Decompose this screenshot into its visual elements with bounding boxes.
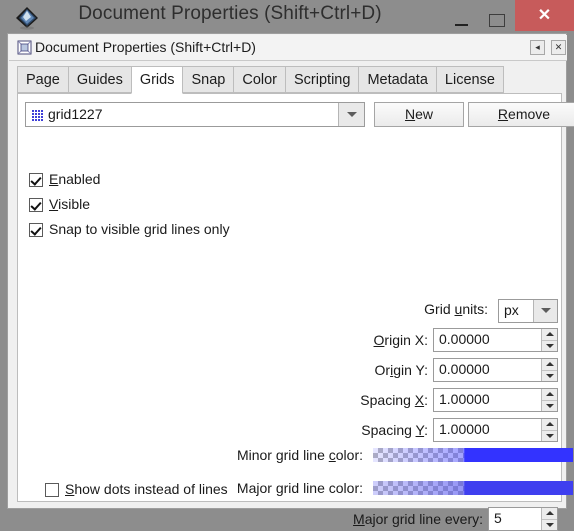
grid-selector-combobox[interactable]: grid1227 (25, 102, 365, 127)
spacing-y-spinner[interactable]: 1.00000 (433, 418, 558, 442)
panel-header: Document Properties (Shift+Ctrl+D) ◂ ✕ (9, 35, 567, 61)
spacing-x-label: Spacing X: (360, 392, 428, 408)
origin-x-value: 0.00000 (439, 331, 490, 347)
color-gradient (373, 481, 573, 495)
major-grid-every-spinner[interactable]: 5 (488, 507, 558, 531)
new-button-label-rest: ew (415, 106, 434, 122)
spacing-y-stepper[interactable] (541, 419, 557, 441)
remove-button-label-rest: emove (508, 106, 551, 122)
document-properties-window: Document Properties (Shift+Ctrl+D) ✕ Doc… (0, 0, 574, 531)
chevron-down-icon[interactable] (533, 300, 557, 322)
chevron-down-icon[interactable] (338, 103, 364, 126)
minor-grid-color-swatch[interactable] (373, 448, 573, 462)
enabled-checkbox[interactable] (29, 173, 43, 187)
tab-bar: Page Guides Grids Snap Color Scripting M… (17, 66, 562, 94)
tab-scripting[interactable]: Scripting (285, 66, 360, 93)
panel-title: Document Properties (Shift+Ctrl+D) (35, 39, 256, 55)
tab-label: Metadata (367, 72, 428, 88)
origin-x-stepper[interactable] (541, 329, 557, 351)
spacing-x-stepper[interactable] (541, 389, 557, 411)
tab-label: License (444, 72, 495, 88)
tab-label: Guides (76, 72, 123, 88)
tab-grids[interactable]: Grids (130, 66, 184, 94)
spacing-y-value: 1.00000 (439, 421, 490, 437)
grids-tab-panel: grid1227 New Remove Enabled Visible Snap… (17, 93, 574, 531)
document-properties-icon (17, 40, 32, 55)
grid-selector-value: grid1227 (48, 106, 103, 122)
grid-units-value: px (504, 302, 519, 318)
tab-metadata[interactable]: Metadata (358, 66, 437, 93)
enabled-label: Enabled (49, 171, 101, 187)
tab-guides[interactable]: Guides (67, 66, 132, 93)
tab-label: Snap (191, 72, 226, 88)
stepper-down-icon[interactable] (542, 400, 557, 411)
origin-y-label: Origin Y: (374, 362, 428, 378)
tab-snap[interactable]: Snap (182, 66, 235, 93)
snap-to-visible-label: Snap to visible grid lines only (49, 221, 230, 237)
stepper-down-icon[interactable] (542, 430, 557, 441)
minor-grid-color-label: Minor grid line color: (236, 447, 363, 463)
tab-label: Grids (139, 72, 175, 88)
tab-label: Page (26, 72, 60, 88)
triangle-left-icon: ◂ (535, 42, 540, 52)
window-title: Document Properties (Shift+Ctrl+D) (78, 3, 382, 24)
stepper-down-icon[interactable] (542, 370, 557, 381)
minimize-icon (454, 23, 468, 26)
show-dots-label: Show dots instead of lines (65, 481, 228, 497)
stepper-down-icon[interactable] (542, 340, 557, 351)
spacing-x-value: 1.00000 (439, 391, 490, 407)
remove-grid-button[interactable]: Remove (468, 102, 574, 127)
tab-color[interactable]: Color (233, 66, 287, 93)
tab-label: Scripting (294, 72, 351, 88)
minimize-button[interactable] (443, 0, 479, 31)
close-button[interactable]: ✕ (515, 0, 574, 31)
window-titlebar: Document Properties (Shift+Ctrl+D) ✕ (0, 0, 574, 36)
maximize-icon (489, 14, 505, 27)
close-panel-button[interactable]: ✕ (551, 40, 566, 55)
grid-icon (32, 109, 43, 121)
tab-license[interactable]: License (435, 66, 504, 93)
close-icon: ✕ (554, 42, 563, 52)
grid-units-label: Grid units: (424, 301, 488, 317)
major-grid-every-value: 5 (494, 510, 502, 526)
show-dots-checkbox[interactable] (45, 483, 59, 497)
snap-to-visible-checkbox[interactable] (29, 223, 43, 237)
window-body: Document Properties (Shift+Ctrl+D) ◂ ✕ P… (7, 33, 574, 531)
tab-label: Color (242, 72, 278, 88)
origin-x-spinner[interactable]: 0.00000 (433, 328, 558, 352)
new-grid-button[interactable]: New (374, 102, 464, 127)
visible-checkbox[interactable] (29, 198, 43, 212)
origin-x-label: Origin X: (373, 332, 428, 348)
spacing-y-label: Spacing Y: (361, 422, 428, 438)
origin-y-value: 0.00000 (439, 361, 490, 377)
color-gradient (373, 448, 573, 462)
collapse-panel-button[interactable]: ◂ (530, 40, 545, 55)
visible-label: Visible (49, 196, 90, 212)
close-icon: ✕ (537, 7, 552, 24)
origin-y-spinner[interactable]: 0.00000 (433, 358, 558, 382)
major-grid-every-stepper[interactable] (541, 508, 557, 530)
spacing-x-spinner[interactable]: 1.00000 (433, 388, 558, 412)
maximize-button[interactable] (479, 0, 515, 31)
tab-page[interactable]: Page (17, 66, 69, 93)
stepper-down-icon[interactable] (542, 519, 557, 530)
major-grid-every-label: Major grid line every: (353, 511, 483, 527)
origin-y-stepper[interactable] (541, 359, 557, 381)
grid-units-combobox[interactable]: px (498, 299, 558, 323)
major-grid-color-swatch[interactable] (373, 481, 573, 495)
